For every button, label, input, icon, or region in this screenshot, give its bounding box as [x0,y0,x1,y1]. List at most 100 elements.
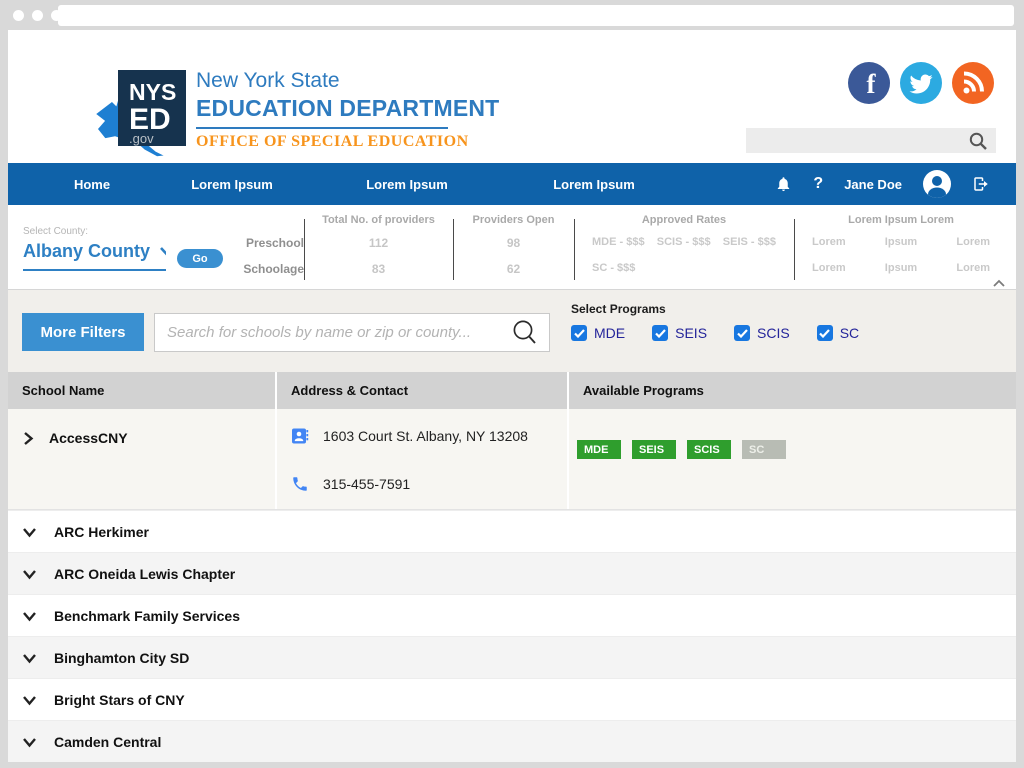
header-search-input[interactable] [746,133,968,148]
brand-title-line2: EDUCATION DEPARTMENT [196,95,500,121]
program-checkbox-scis[interactable]: SCIS [734,325,790,341]
table-row[interactable]: Bright Stars of CNY [8,678,1016,720]
stat-cell: Ipsum [884,262,918,274]
chevron-down-icon [160,247,166,256]
program-checkbox-mde[interactable]: MDE [571,325,625,341]
county-stats-panel: Select County: Albany County Go Preschoo… [8,205,1016,290]
filters-bar: More Filters Select Programs MDE SEIS [8,290,1016,372]
stat-cell: Lorem [956,262,990,274]
row-label-preschool: Preschool [245,236,304,250]
select-county-label: Select County: [23,226,89,237]
program-badge: SEIS [632,440,676,459]
table-row[interactable]: Binghamton City SD [8,636,1016,678]
main-nav: Home Lorem Ipsum Lorem Ipsum Lorem Ipsum… [8,163,1016,205]
rss-icon[interactable] [952,62,994,109]
brand-title-line1: New York State [196,69,340,92]
available-programs-cell: MDE SEIS SCIS SC [569,409,1016,509]
help-icon[interactable]: ? [813,175,823,193]
select-programs-group: Select Programs MDE SEIS SCIS SC [571,302,859,341]
search-icon[interactable] [968,131,988,151]
school-name: ARC Herkimer [54,523,149,540]
nav-item-home[interactable]: Home [22,177,162,192]
svg-text:NYS: NYS [129,79,176,105]
nav-item-1[interactable]: Lorem Ipsum [162,177,302,192]
user-name[interactable]: Jane Doe [844,177,902,192]
school-search [154,313,550,352]
school-search-input[interactable] [155,314,511,351]
table-row-expanded: AccessCNY 1603 Court St. Albany, NY 1320… [8,409,1016,510]
nav-item-2[interactable]: Lorem Ipsum [337,177,477,192]
stat-col-providers-open: Providers Open 98 62 [453,205,574,289]
notifications-bell-icon[interactable] [775,175,792,193]
facebook-icon[interactable]: f [848,62,890,109]
stat-cell: Lorem [812,236,846,248]
county-select[interactable]: Albany County [23,241,166,271]
stat-col-total-providers: Total No. of providers 112 83 [304,205,453,289]
chevron-down-icon [23,569,36,579]
stat-value: 62 [506,262,521,276]
table-row[interactable]: Benchmark Family Services [8,594,1016,636]
chevron-down-icon [23,695,36,705]
expanded-row-toggle[interactable]: AccessCNY [8,409,275,509]
stat-cell: Ipsum [884,236,918,248]
table-row[interactable]: Camden Central [8,720,1016,762]
chevron-down-icon [23,611,36,621]
checkbox-checked-icon [652,325,669,341]
school-list: ARC Herkimer ARC Oneida Lewis Chapter Be… [8,510,1016,762]
program-badge: SCIS [687,440,731,459]
brand-text: New York State EDUCATION DEPARTMENT OFFI… [196,69,499,151]
logout-icon[interactable] [972,175,990,193]
school-name: Camden Central [54,733,162,750]
table-row[interactable]: ARC Herkimer [8,510,1016,552]
chevron-down-icon [23,527,36,537]
school-name: ARC Oneida Lewis Chapter [54,565,236,582]
nav-item-3[interactable]: Lorem Ipsum [524,177,664,192]
select-programs-label: Select Programs [571,302,666,316]
address-contact-cell: 1603 Court St. Albany, NY 13208 315-455-… [277,409,567,509]
rate-cell: SCIS - $$$ [656,236,711,248]
table-row[interactable]: ARC Oneida Lewis Chapter [8,552,1016,594]
rate-cell: SC - $$$ [592,262,636,274]
school-name: Binghamton City SD [54,649,190,666]
column-header-address-contact: Address & Contact [277,372,567,409]
brand-divider [196,127,448,129]
rate-cell: SEIS - $$$ [722,236,776,248]
header-search [746,128,996,153]
more-filters-button[interactable]: More Filters [22,313,144,351]
stat-value: 98 [506,236,521,250]
column-header-available-programs: Available Programs [569,372,1016,409]
avatar-icon[interactable] [923,170,951,198]
stat-value: 112 [368,236,389,250]
twitter-icon[interactable] [900,62,942,109]
stats-collapse-chevron-up-icon[interactable] [992,279,1006,288]
school-address: 1603 Court St. Albany, NY 13208 [323,428,528,444]
stat-cell: Lorem [956,236,990,248]
program-badge: MDE [577,440,621,459]
program-badge-unavailable: SC [742,440,786,459]
phone-icon [291,475,309,493]
program-checkbox-seis[interactable]: SEIS [652,325,707,341]
table-header: School Name Address & Contact Available … [8,372,1016,409]
program-checkbox-sc[interactable]: SC [816,325,859,341]
column-header-school-name: School Name [8,372,275,409]
window-control-dot [13,9,24,21]
chevron-right-icon [24,432,34,445]
social-links: f [848,62,994,109]
chevron-down-icon [23,737,36,747]
school-phone: 315-455-7591 [323,476,411,492]
search-icon[interactable] [511,319,539,347]
page: NYS ED .gov New York State EDUCATION DEP… [8,30,1016,762]
browser-bar [0,0,1024,30]
go-button[interactable]: Go [177,249,223,268]
chevron-down-icon [23,653,36,663]
stat-cell: Lorem [812,262,846,274]
address-bar[interactable] [58,5,1014,26]
stat-col-lorem: Lorem Ipsum Lorem Lorem Ipsum Lorem Lore… [794,205,1008,289]
stat-value: 83 [371,262,386,276]
contact-card-icon [291,427,309,445]
school-name: Benchmark Family Services [54,607,240,624]
rate-cell: MDE - $$$ [592,236,645,248]
stat-col-approved-rates: Approved Rates MDE - $$$ SCIS - $$$ SEIS… [574,205,794,289]
school-name: AccessCNY [49,430,128,446]
nysed-logo: NYS ED .gov [92,68,190,167]
